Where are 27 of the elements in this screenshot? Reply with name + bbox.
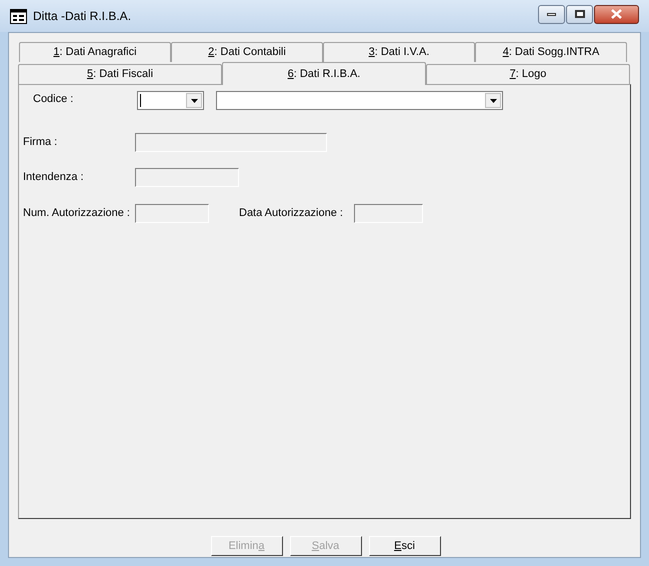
action-button[interactable]: Esci [368, 536, 440, 556]
tab[interactable]: 4: Dati Sogg.INTRA [475, 42, 627, 62]
tab[interactable]: 6: Dati R.I.B.A. [222, 62, 426, 85]
input-field[interactable] [354, 204, 423, 223]
dropdown-field[interactable] [216, 91, 503, 110]
tab[interactable]: 7: Logo [426, 64, 630, 84]
input-field[interactable] [135, 204, 209, 223]
dropdown-field[interactable] [137, 91, 204, 110]
tab[interactable]: 3: Dati I.V.A. [323, 42, 475, 62]
field-label: Firma : [23, 135, 58, 150]
window-title: Ditta -Dati R.I.B.A. [33, 8, 132, 25]
caret-icon [490, 98, 496, 102]
window-icon [10, 8, 27, 24]
input-field[interactable] [135, 133, 327, 152]
caret-icon [190, 98, 198, 102]
tab[interactable]: 1: Dati Anagrafici [19, 42, 171, 62]
field-label: Num. Autorizzazione : [23, 206, 131, 222]
field-label: Intendenza : [23, 170, 85, 186]
field-label: Data Autorizzazione : [239, 206, 344, 222]
field-label: Codice : [33, 92, 74, 107]
minimize-button[interactable] [538, 4, 565, 24]
close-button[interactable] [594, 4, 639, 24]
maximize-button[interactable] [566, 4, 593, 24]
input-field[interactable] [135, 168, 239, 187]
close-icon [611, 9, 622, 19]
tab[interactable]: 5: Dati Fiscali [18, 64, 222, 84]
tab[interactable]: 2: Dati Contabili [171, 42, 323, 62]
